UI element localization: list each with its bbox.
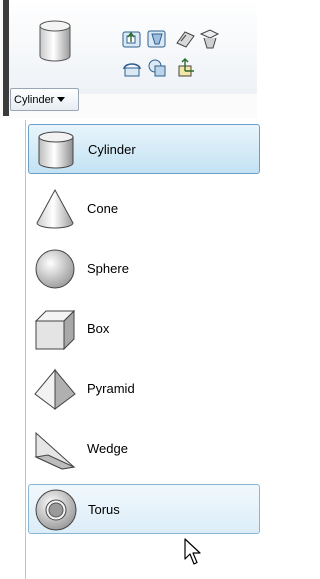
menu-item-cylinder[interactable]: Cylinder bbox=[28, 124, 260, 174]
primitive-dropdown-button[interactable]: Cylinder bbox=[10, 88, 79, 111]
extrude-icon[interactable] bbox=[121, 28, 143, 50]
primitive-dropdown-label: Cylinder bbox=[14, 93, 55, 106]
torus-icon bbox=[35, 489, 77, 531]
sweep-icon[interactable] bbox=[174, 28, 196, 50]
menu-item-label: Sphere bbox=[87, 261, 129, 276]
menu-item-label: Wedge bbox=[87, 441, 128, 456]
menu-item-label: Torus bbox=[88, 502, 120, 517]
wedge-icon bbox=[34, 431, 76, 470]
pyramid-icon bbox=[34, 368, 76, 410]
presspull-icon[interactable] bbox=[146, 28, 168, 50]
ribbon-modeling-panel: Cylinder bbox=[0, 0, 257, 118]
mouse-cursor-icon bbox=[184, 538, 201, 565]
menu-item-torus[interactable]: Torus bbox=[28, 484, 260, 534]
revolve-icon[interactable] bbox=[121, 57, 143, 79]
chevron-down-icon bbox=[57, 97, 66, 102]
menu-item-label: Cone bbox=[87, 201, 119, 216]
loft-icon[interactable] bbox=[198, 28, 220, 50]
menu-item-sphere[interactable]: Sphere bbox=[28, 244, 260, 294]
menu-item-label: Pyramid bbox=[87, 381, 135, 396]
box-icon bbox=[34, 309, 76, 351]
menu-item-cone[interactable]: Cone bbox=[28, 184, 260, 234]
menu-item-pyramid[interactable]: Pyramid bbox=[28, 364, 260, 414]
cone-icon bbox=[36, 188, 74, 229]
primitive-dropdown-menu: Cylinder Cone Sphere Box Pyramid Wedge T… bbox=[25, 120, 260, 579]
moveaxis-icon[interactable] bbox=[174, 57, 196, 79]
menu-item-wedge[interactable]: Wedge bbox=[28, 424, 260, 474]
union-icon[interactable] bbox=[146, 57, 168, 79]
sphere-icon bbox=[35, 249, 75, 289]
cylinder-large-icon[interactable] bbox=[38, 18, 72, 64]
menu-item-label: Box bbox=[87, 321, 110, 336]
menu-item-box[interactable]: Box bbox=[28, 304, 260, 354]
cylinder-icon bbox=[38, 131, 74, 169]
menu-item-label: Cylinder bbox=[88, 142, 136, 157]
